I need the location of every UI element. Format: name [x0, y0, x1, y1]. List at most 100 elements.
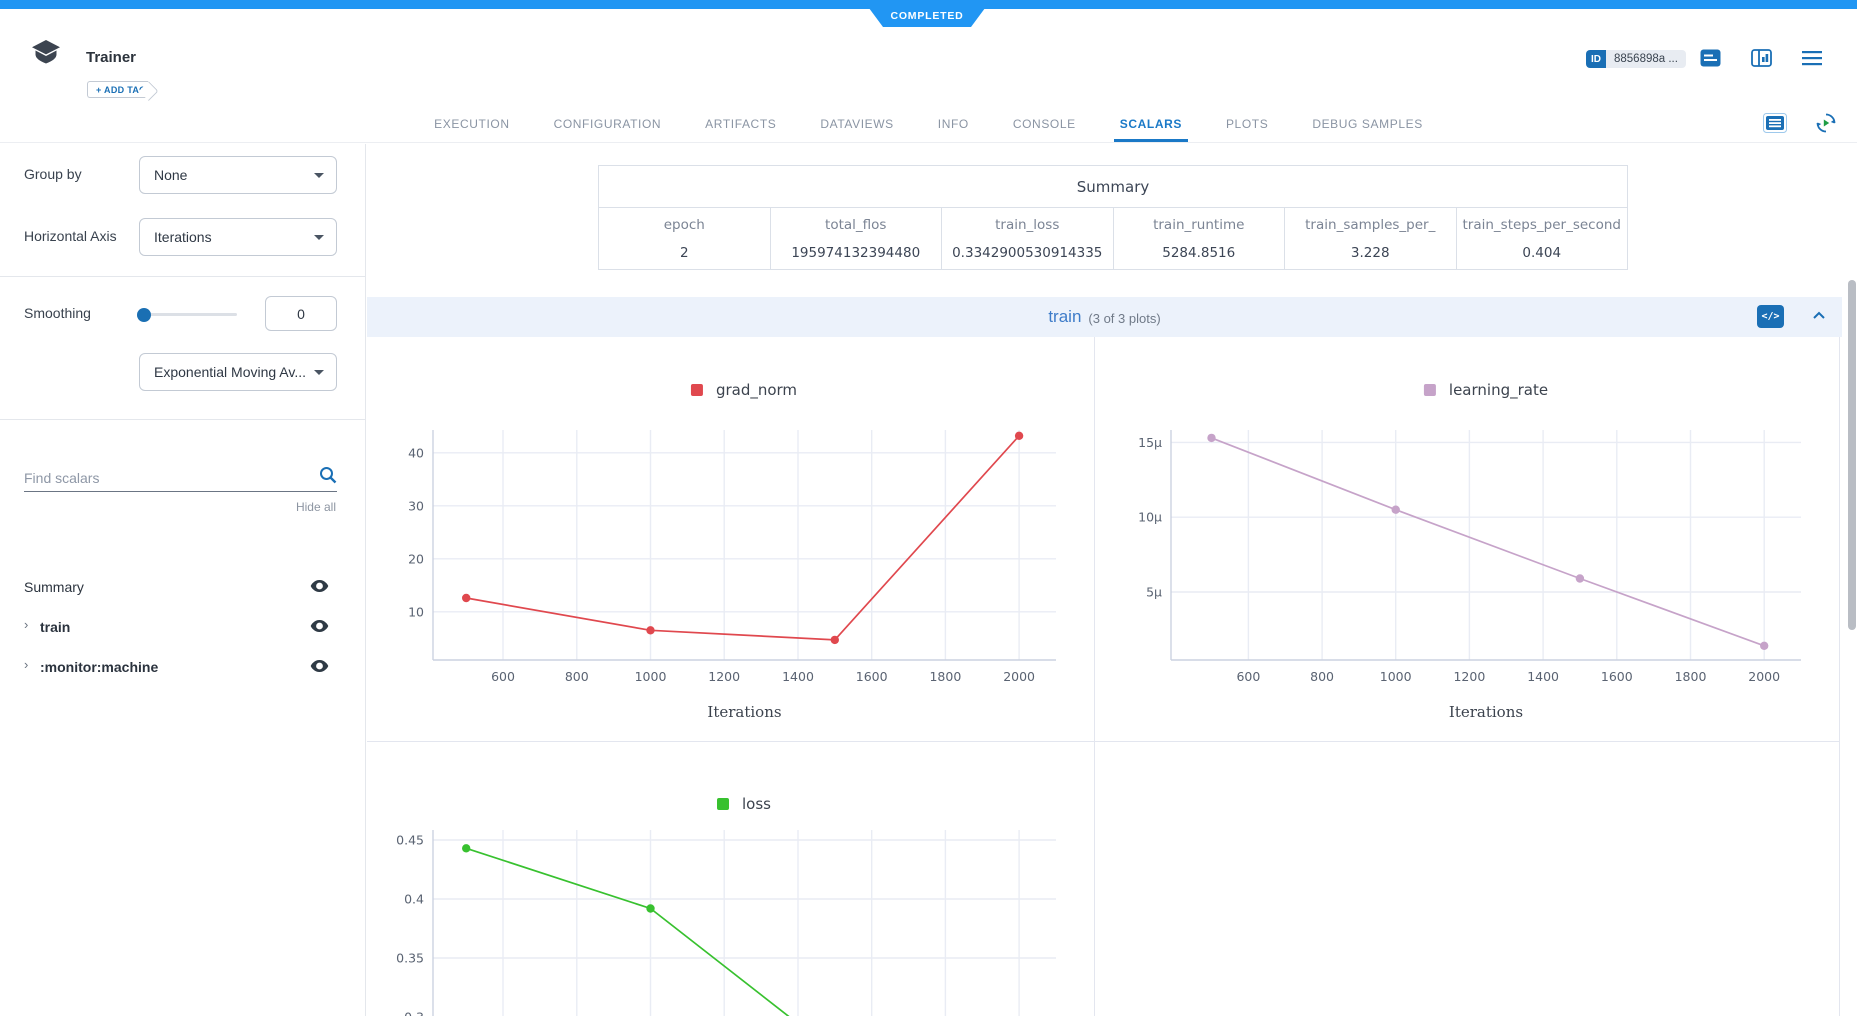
eye-visibility-icon[interactable]: [310, 579, 329, 598]
svg-text:30: 30: [408, 498, 424, 513]
eye-visibility-icon[interactable]: [310, 659, 329, 678]
legend-label: loss: [742, 795, 771, 813]
tree-item-monitormachine[interactable]: › :monitor:machine: [0, 648, 365, 688]
tab-scalars[interactable]: SCALARS: [1098, 105, 1204, 142]
chevron-down-icon: [314, 370, 324, 375]
tree-item-label: :monitor:machine: [40, 659, 158, 675]
summary-column: epoch2: [599, 208, 771, 269]
tree-item-summary[interactable]: Summary: [0, 568, 365, 608]
tab-debug-samples[interactable]: DEBUG SAMPLES: [1290, 105, 1445, 142]
summary-column: train_runtime5284.8516: [1114, 208, 1286, 269]
search-icon[interactable]: [319, 466, 337, 489]
svg-text:2000: 2000: [1748, 669, 1780, 684]
smoothing-method-select[interactable]: Exponential Moving Av...: [139, 353, 337, 391]
svg-text:1800: 1800: [1675, 669, 1707, 684]
svg-text:Iterations: Iterations: [707, 703, 781, 721]
svg-text:10µ: 10µ: [1138, 510, 1162, 525]
tab-console[interactable]: CONSOLE: [991, 105, 1098, 142]
svg-text:Iterations: Iterations: [1449, 703, 1523, 721]
summary-table-columns: epoch2total_flos195974132394480train_los…: [599, 208, 1627, 269]
smoothing-value-input[interactable]: 0: [265, 296, 337, 331]
chevron-right-icon[interactable]: ›: [24, 617, 28, 632]
smoothing-method-value: Exponential Moving Av...: [154, 364, 306, 380]
experiment-tabs: EXECUTIONCONFIGURATIONARTIFACTSDATAVIEWS…: [0, 105, 1857, 143]
svg-text:1400: 1400: [1527, 669, 1559, 684]
summary-column-value: 2: [599, 241, 770, 269]
tab-artifacts[interactable]: ARTIFACTS: [683, 105, 798, 142]
tree-item-train[interactable]: › train: [0, 608, 365, 648]
learning-rate-chart[interactable]: learning_rate 60080010001200140016001800…: [1095, 337, 1840, 742]
search-input[interactable]: [24, 464, 337, 492]
status-badge: COMPLETED: [863, 0, 991, 27]
chevron-right-icon[interactable]: ›: [24, 657, 28, 672]
tab-dataviews[interactable]: DATAVIEWS: [798, 105, 915, 142]
slider-thumb[interactable]: [137, 308, 151, 322]
svg-text:2000: 2000: [1003, 669, 1035, 684]
summary-column-value: 0.404: [1457, 241, 1628, 269]
horizontal-axis-value: Iterations: [154, 229, 212, 245]
summary-column: train_samples_per_3.228: [1285, 208, 1457, 269]
auto-refresh-icon[interactable]: [1815, 112, 1837, 139]
horizontal-axis-select[interactable]: Iterations: [139, 218, 337, 256]
collapse-section-icon[interactable]: [1812, 309, 1826, 323]
scalars-sidebar: Group by None Horizontal Axis Iterations…: [0, 144, 366, 1016]
summary-table-title: Summary: [599, 166, 1627, 208]
horizontal-axis-label: Horizontal Axis: [24, 228, 117, 244]
summary-column-header: epoch: [599, 208, 770, 241]
svg-text:800: 800: [565, 669, 589, 684]
tab-execution[interactable]: EXECUTION: [412, 105, 531, 142]
smoothing-slider[interactable]: [139, 313, 237, 316]
loss-chart[interactable]: loss 6008001000120014001600180020000.30.…: [367, 742, 1095, 1016]
experiment-title: Trainer: [86, 49, 136, 66]
legend-swatch: [717, 798, 729, 810]
svg-text:20: 20: [408, 551, 424, 566]
summary-column-header: train_loss: [942, 208, 1113, 241]
id-label: ID: [1586, 50, 1606, 68]
summary-column-value: 3.228: [1285, 241, 1456, 269]
svg-text:1000: 1000: [635, 669, 667, 684]
divider: [0, 419, 365, 420]
comments-icon[interactable]: [1700, 49, 1721, 72]
group-by-label: Group by: [24, 166, 82, 182]
details-panel-icon[interactable]: [1751, 49, 1772, 72]
menu-icon[interactable]: [1802, 50, 1822, 71]
summary-column-value: 0.3342900530914335: [942, 241, 1113, 269]
summary-column: train_loss0.3342900530914335: [942, 208, 1114, 269]
hide-all-link[interactable]: Hide all: [296, 500, 336, 514]
eye-visibility-icon[interactable]: [310, 619, 329, 638]
table-view-icon[interactable]: [1763, 113, 1787, 138]
vertical-scrollbar[interactable]: [1848, 280, 1856, 630]
embed-code-icon[interactable]: </>: [1757, 305, 1784, 328]
svg-text:600: 600: [1236, 669, 1260, 684]
tree-item-label: train: [40, 619, 70, 635]
svg-text:1600: 1600: [1601, 669, 1633, 684]
scalars-tree: Summary › train › :monitor:machine: [0, 568, 365, 688]
experiment-id-badge[interactable]: ID 8856898a ...: [1586, 50, 1686, 68]
plots-grid: grad_norm 600800100012001400160018002000…: [367, 337, 1840, 1016]
divider: [0, 276, 365, 277]
svg-text:1200: 1200: [708, 669, 740, 684]
experiment-type-icon: [30, 39, 62, 72]
summary-column: total_flos195974132394480: [771, 208, 943, 269]
tab-info[interactable]: INFO: [916, 105, 991, 142]
tab-plots[interactable]: PLOTS: [1204, 105, 1290, 142]
clearml-experiment-page: COMPLETED Trainer + ADD TAG ID 8856898a …: [0, 0, 1857, 1016]
chevron-down-icon: [314, 173, 324, 178]
svg-text:40: 40: [408, 445, 424, 460]
section-group-name[interactable]: train: [1048, 307, 1081, 327]
svg-text:0.4: 0.4: [404, 892, 424, 907]
grad-norm-chart[interactable]: grad_norm 600800100012001400160018002000…: [367, 337, 1095, 742]
legend-swatch: [1424, 384, 1436, 396]
id-value: 8856898a ...: [1606, 50, 1686, 68]
smoothing-label: Smoothing: [24, 305, 91, 321]
svg-text:10: 10: [408, 604, 424, 619]
add-tag-button[interactable]: + ADD TAG: [87, 81, 148, 98]
summary-column-value: 5284.8516: [1114, 241, 1285, 269]
tab-configuration[interactable]: CONFIGURATION: [532, 105, 684, 142]
group-by-select[interactable]: None: [139, 156, 337, 194]
empty-grid-cell: [1095, 742, 1840, 1016]
summary-column: train_steps_per_second0.404: [1457, 208, 1628, 269]
scalars-main: Summary epoch2total_flos195974132394480t…: [367, 144, 1857, 1016]
summary-table: Summary epoch2total_flos195974132394480t…: [598, 165, 1628, 270]
svg-text:1400: 1400: [782, 669, 814, 684]
